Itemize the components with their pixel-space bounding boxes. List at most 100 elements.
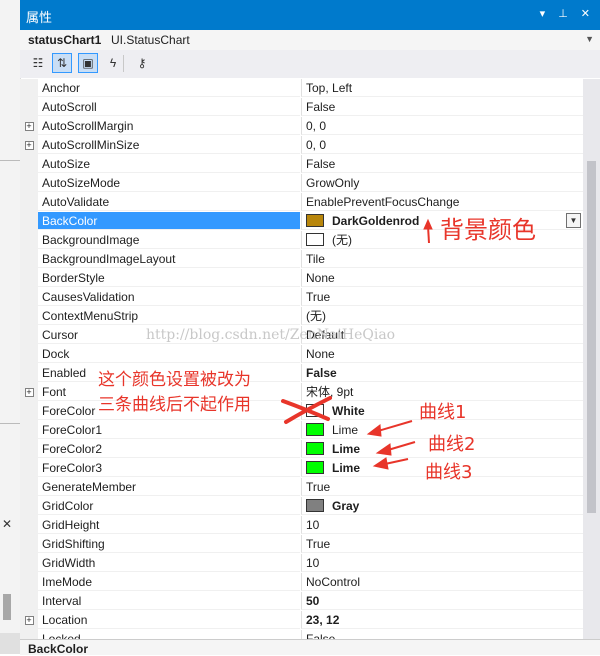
property-row[interactable]: Interval 50 (20, 592, 583, 611)
property-name[interactable]: GridColor (38, 497, 300, 515)
property-name[interactable]: AutoScrollMargin (38, 117, 300, 135)
property-row[interactable]: ForeColor1 Lime (20, 421, 583, 440)
property-row[interactable]: + Location 23, 12 (20, 611, 583, 630)
window-position-dropdown-icon[interactable]: ▾ (540, 7, 546, 20)
expand-icon[interactable]: + (24, 616, 34, 625)
property-row[interactable]: ForeColor2 Lime (20, 440, 583, 459)
property-name[interactable]: GridShifting (38, 535, 300, 553)
property-name[interactable]: Interval (38, 592, 300, 610)
property-name[interactable]: AutoSizeMode (38, 174, 300, 192)
property-value[interactable]: Gray (301, 497, 583, 515)
property-value[interactable]: 0, 0 (301, 117, 583, 135)
property-name[interactable]: GridHeight (38, 516, 300, 534)
property-row[interactable]: BorderStyle None (20, 269, 583, 288)
row-gutter (20, 592, 38, 611)
property-value[interactable]: True (301, 288, 583, 306)
object-name: statusChart1 (28, 33, 102, 47)
property-row[interactable]: ForeColor3 Lime (20, 459, 583, 478)
property-row[interactable]: + AutoScrollMargin 0, 0 (20, 117, 583, 136)
expand-icon[interactable]: + (24, 122, 34, 131)
property-name[interactable]: BackgroundImageLayout (38, 250, 300, 268)
events-button[interactable]: ϟ (103, 53, 123, 73)
scrollbar-thumb[interactable] (587, 161, 596, 513)
alphabetical-icon: ⇅ (56, 56, 68, 70)
side-scrollbar-thumb[interactable] (3, 594, 11, 620)
property-name[interactable]: ContextMenuStrip (38, 307, 300, 325)
property-row[interactable]: ImeMode NoControl (20, 573, 583, 592)
property-row[interactable]: AutoScroll False (20, 98, 583, 117)
property-value[interactable]: EnablePreventFocusChange (301, 193, 583, 211)
property-name[interactable]: ImeMode (38, 573, 300, 591)
property-value[interactable]: (无) (301, 307, 583, 325)
property-name[interactable]: ForeColor1 (38, 421, 300, 439)
property-row[interactable]: Dock None (20, 345, 583, 364)
property-value[interactable]: GrowOnly (301, 174, 583, 192)
expand-icon[interactable]: + (24, 388, 34, 397)
property-name[interactable]: Dock (38, 345, 300, 363)
property-name[interactable]: Anchor (38, 79, 300, 97)
property-name[interactable]: AutoScroll (38, 98, 300, 116)
property-name[interactable]: BackColor (38, 212, 300, 230)
property-value[interactable]: 0, 0 (301, 136, 583, 154)
property-name[interactable]: Location (38, 611, 300, 629)
property-value[interactable]: False (301, 98, 583, 116)
property-value[interactable]: False (301, 630, 583, 639)
property-value[interactable]: 50 (301, 592, 583, 610)
close-icon[interactable]: ✕ (2, 517, 12, 531)
property-name[interactable]: CausesValidation (38, 288, 300, 306)
property-name[interactable]: BackgroundImage (38, 231, 300, 249)
properties-icon: ▣ (82, 56, 94, 70)
row-gutter (20, 174, 38, 193)
property-row[interactable]: AutoSizeMode GrowOnly (20, 174, 583, 193)
property-value[interactable]: False (301, 364, 583, 382)
pin-icon[interactable]: ⊥ (558, 7, 568, 20)
property-value[interactable]: Top, Left (301, 79, 583, 97)
property-row[interactable]: GridShifting True (20, 535, 583, 554)
property-value[interactable]: None (301, 269, 583, 287)
property-row[interactable]: ContextMenuStrip (无) (20, 307, 583, 326)
property-value[interactable]: NoControl (301, 573, 583, 591)
property-row[interactable]: GridHeight 10 (20, 516, 583, 535)
property-value[interactable]: False (301, 155, 583, 173)
property-value[interactable]: 10 (301, 554, 583, 572)
row-gutter (20, 345, 38, 364)
property-name[interactable]: BorderStyle (38, 269, 300, 287)
property-row[interactable]: GridColor Gray (20, 497, 583, 516)
property-row[interactable]: GridWidth 10 (20, 554, 583, 573)
property-name[interactable]: ForeColor2 (38, 440, 300, 458)
property-value[interactable]: Tile (301, 250, 583, 268)
property-name[interactable]: AutoScrollMinSize (38, 136, 300, 154)
property-name[interactable]: GridWidth (38, 554, 300, 572)
row-gutter (20, 630, 38, 639)
categorized-button[interactable]: ☷ (28, 53, 48, 73)
side-panel-divider (0, 423, 20, 424)
vertical-scrollbar[interactable] (583, 79, 600, 639)
property-row[interactable]: BackgroundImageLayout Tile (20, 250, 583, 269)
property-name[interactable]: ForeColor3 (38, 459, 300, 477)
property-name[interactable]: AutoSize (38, 155, 300, 173)
property-value[interactable]: 23, 12 (301, 611, 583, 629)
property-value[interactable]: None (301, 345, 583, 363)
dropdown-button[interactable]: ▼ (566, 213, 581, 228)
property-row[interactable]: GenerateMember True (20, 478, 583, 497)
row-gutter (20, 459, 38, 478)
side-scrollbar[interactable] (0, 633, 20, 654)
property-value[interactable]: True (301, 535, 583, 553)
property-row[interactable]: + AutoScrollMinSize 0, 0 (20, 136, 583, 155)
alphabetical-button[interactable]: ⇅ (52, 53, 72, 73)
property-row[interactable]: AutoSize False (20, 155, 583, 174)
property-name[interactable]: AutoValidate (38, 193, 300, 211)
property-pages-button[interactable]: ⚷ (132, 53, 152, 73)
close-icon[interactable]: ✕ (581, 7, 590, 20)
properties-button[interactable]: ▣ (78, 53, 98, 73)
property-name[interactable]: GenerateMember (38, 478, 300, 496)
properties-toolbar: ☷ ⇅ ▣ ϟ ⚷ (20, 50, 600, 78)
property-row[interactable]: Anchor Top, Left (20, 79, 583, 98)
property-name[interactable]: Locked (38, 630, 300, 639)
chevron-down-icon[interactable]: ▼ (585, 34, 594, 44)
property-value[interactable]: 10 (301, 516, 583, 534)
property-row[interactable]: Locked False (20, 630, 583, 639)
expand-icon[interactable]: + (24, 141, 34, 150)
object-selector[interactable]: statusChart1 UI.StatusChart ▼ (20, 30, 600, 51)
property-row[interactable]: CausesValidation True (20, 288, 583, 307)
